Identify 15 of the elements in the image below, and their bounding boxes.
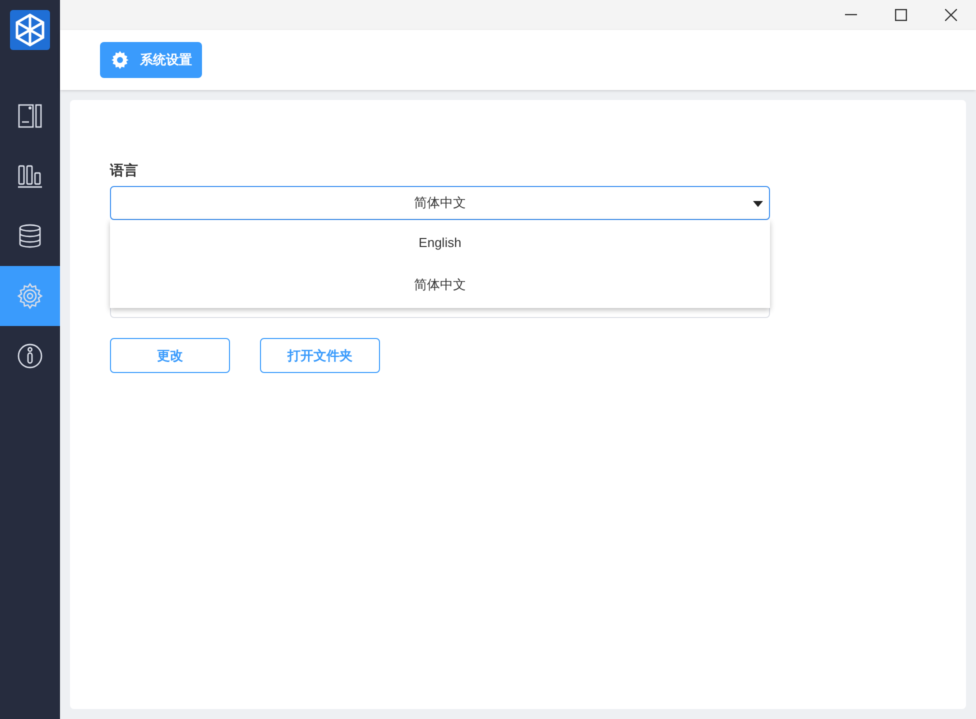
maximize-icon [895,9,907,21]
database-icon [17,223,43,249]
close-icon [945,9,957,21]
app-logo-icon [10,10,50,50]
info-icon [17,343,43,369]
device-icon [17,103,43,129]
settings-icon [17,283,43,309]
dropdown-caret-icon [753,201,763,207]
minimize-icon [845,14,857,16]
language-label: 语言 [110,161,139,180]
language-option[interactable]: English [110,222,770,264]
language-option[interactable]: 简体中文 [110,264,770,306]
bar-chart-icon [17,163,43,189]
language-select[interactable]: 简体中文 [110,186,770,220]
gear-icon [110,50,130,70]
